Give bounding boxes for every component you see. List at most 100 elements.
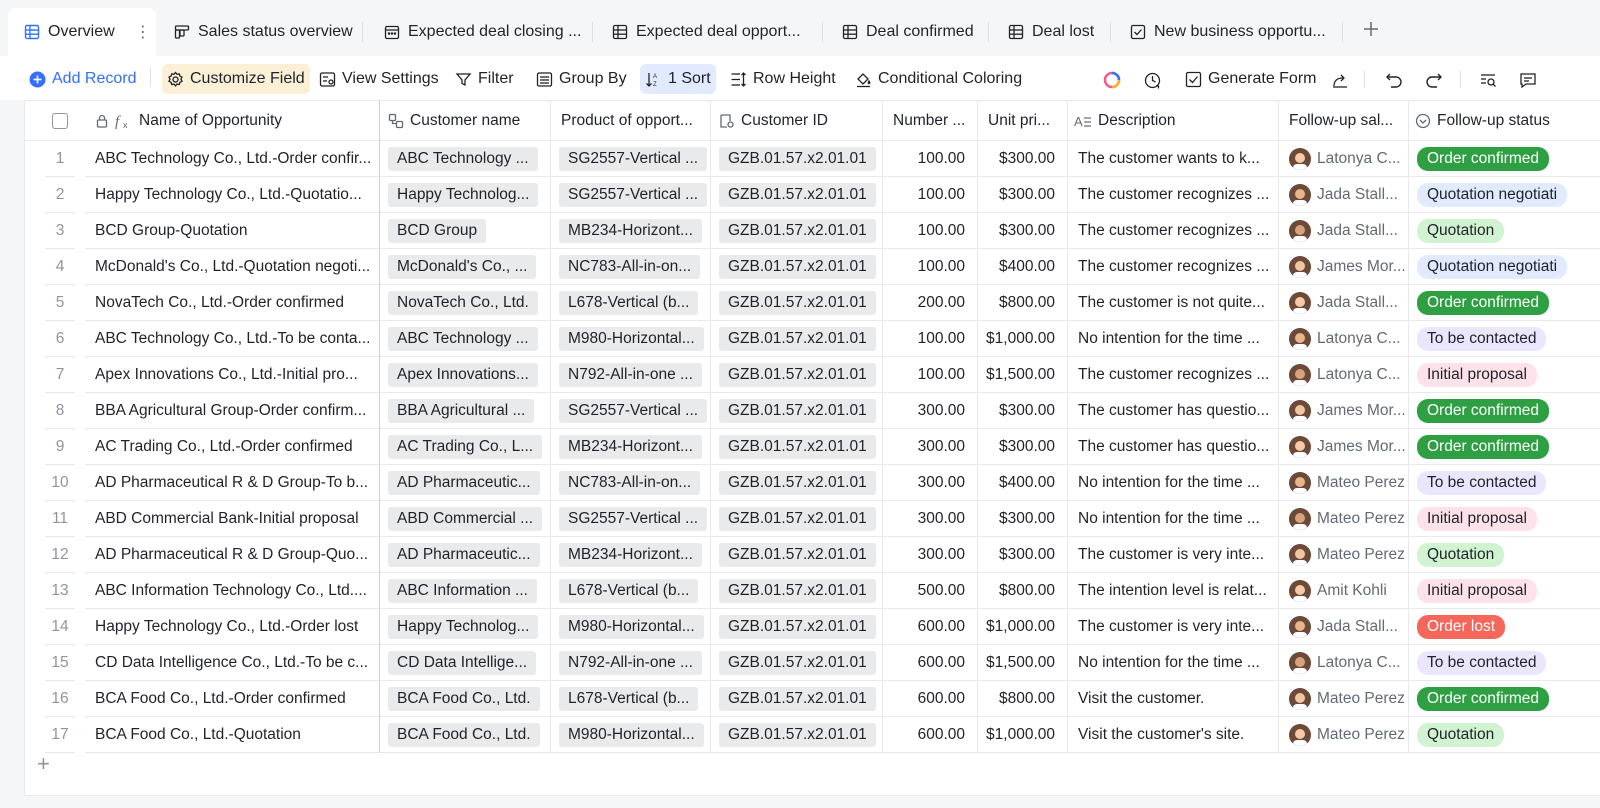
customer-name-cell[interactable]: CD Data Intellige... <box>380 645 551 681</box>
number-cell[interactable]: 600.00 <box>883 645 978 681</box>
product-cell[interactable]: M980-Horizontal... <box>551 717 711 753</box>
column-header-customer[interactable]: Customer name <box>380 101 551 141</box>
product-cell[interactable]: NC783-All-in-on... <box>551 465 711 501</box>
number-cell[interactable]: 300.00 <box>883 501 978 537</box>
followup-sales-cell[interactable]: James Mor... <box>1279 393 1409 429</box>
opportunity-name-cell[interactable]: ABC Technology Co., Ltd.-To be conta... <box>85 321 380 357</box>
number-cell[interactable]: 100.00 <box>883 177 978 213</box>
customer-name-cell[interactable]: BCA Food Co., Ltd. <box>380 717 551 753</box>
description-cell[interactable]: No intention for the time ... <box>1068 465 1279 501</box>
customer-id-cell[interactable]: GZB.01.57.x2.01.01 <box>711 285 883 321</box>
customer-name-cell[interactable]: Apex Innovations... <box>380 357 551 393</box>
number-cell[interactable]: 200.00 <box>883 285 978 321</box>
followup-sales-cell[interactable]: Mateo Perez <box>1279 681 1409 717</box>
description-cell[interactable]: No intention for the time ... <box>1068 501 1279 537</box>
customer-name-cell[interactable]: ABC Technology ... <box>380 141 551 177</box>
unit-price-cell[interactable]: $1,000.00 <box>978 321 1068 357</box>
followup-status-cell[interactable]: Quotation negotiati <box>1409 249 1600 285</box>
followup-sales-cell[interactable]: Latonya C... <box>1279 645 1409 681</box>
opportunity-name-cell[interactable]: AC Trading Co., Ltd.-Order confirmed <box>85 429 380 465</box>
column-header-customer-id[interactable]: Customer ID <box>711 101 883 141</box>
number-cell[interactable]: 100.00 <box>883 249 978 285</box>
opportunity-name-cell[interactable]: ABD Commercial Bank-Initial proposal <box>85 501 380 537</box>
add-view-icon[interactable] <box>1362 20 1380 43</box>
unit-price-cell[interactable]: $300.00 <box>978 429 1068 465</box>
column-header-product[interactable]: Product of opport... <box>551 101 711 141</box>
followup-status-cell[interactable]: Initial proposal <box>1409 573 1600 609</box>
customer-id-cell[interactable]: GZB.01.57.x2.01.01 <box>711 321 883 357</box>
number-cell[interactable]: 600.00 <box>883 681 978 717</box>
product-cell[interactable]: SG2557-Vertical ... <box>551 141 711 177</box>
group-by-button[interactable]: Group By <box>531 64 632 94</box>
number-cell[interactable]: 600.00 <box>883 609 978 645</box>
unit-price-cell[interactable]: $300.00 <box>978 393 1068 429</box>
unit-price-cell[interactable]: $1,000.00 <box>978 609 1068 645</box>
customer-id-cell[interactable]: GZB.01.57.x2.01.01 <box>711 573 883 609</box>
customer-name-cell[interactable]: McDonald's Co., ... <box>380 249 551 285</box>
unit-price-cell[interactable]: $300.00 <box>978 177 1068 213</box>
description-cell[interactable]: Visit the customer. <box>1068 681 1279 717</box>
followup-status-cell[interactable]: To be contacted <box>1409 645 1600 681</box>
tab-deal-confirmed[interactable]: Deal confirmed <box>842 8 974 56</box>
history-icon[interactable] <box>1140 68 1164 92</box>
customer-id-cell[interactable]: GZB.01.57.x2.01.01 <box>711 213 883 249</box>
followup-status-cell[interactable]: Order confirmed <box>1409 393 1600 429</box>
unit-price-cell[interactable]: $1,500.00 <box>978 645 1068 681</box>
number-cell[interactable]: 600.00 <box>883 717 978 753</box>
followup-sales-cell[interactable]: Jada Stall... <box>1279 609 1409 645</box>
opportunity-name-cell[interactable]: BCA Food Co., Ltd.-Order confirmed <box>85 681 380 717</box>
customer-name-cell[interactable]: NovaTech Co., Ltd. <box>380 285 551 321</box>
followup-sales-cell[interactable]: Jada Stall... <box>1279 177 1409 213</box>
table-row[interactable]: 12 AD Pharmaceutical R & D Group-Quo... AD… <box>25 537 1600 573</box>
table-row[interactable]: 11 ABD Commercial Bank-Initial proposal AB… <box>25 501 1600 537</box>
number-cell[interactable]: 100.00 <box>883 213 978 249</box>
unit-price-cell[interactable]: $800.00 <box>978 573 1068 609</box>
tab-new-business-opportunity[interactable]: New business opportu... <box>1130 8 1326 56</box>
customer-id-cell[interactable]: GZB.01.57.x2.01.01 <box>711 501 883 537</box>
number-cell[interactable]: 100.00 <box>883 141 978 177</box>
table-row[interactable]: 1 ABC Technology Co., Ltd.-Order confir..… <box>25 141 1600 177</box>
sort-button[interactable]: AZ 1 Sort <box>640 64 716 94</box>
product-cell[interactable]: MB234-Horizont... <box>551 213 711 249</box>
followup-sales-cell[interactable]: Amit Kohli <box>1279 573 1409 609</box>
followup-status-cell[interactable]: To be contacted <box>1409 321 1600 357</box>
column-header-description[interactable]: A Description <box>1068 101 1279 141</box>
conditional-coloring-button[interactable]: Conditional Coloring <box>850 64 1027 94</box>
customer-id-cell[interactable]: GZB.01.57.x2.01.01 <box>711 393 883 429</box>
undo-icon[interactable] <box>1382 68 1406 92</box>
customer-name-cell[interactable]: ABC Information ... <box>380 573 551 609</box>
customer-name-cell[interactable]: BBA Agricultural ... <box>380 393 551 429</box>
column-header-followup-status[interactable]: Follow-up status <box>1409 101 1600 141</box>
number-cell[interactable]: 100.00 <box>883 357 978 393</box>
table-row[interactable]: 7 Apex Innovations Co., Ltd.-Initial pro.… <box>25 357 1600 393</box>
redo-icon[interactable] <box>1422 68 1446 92</box>
opportunity-name-cell[interactable]: NovaTech Co., Ltd.-Order confirmed <box>85 285 380 321</box>
unit-price-cell[interactable]: $800.00 <box>978 681 1068 717</box>
customer-id-cell[interactable]: GZB.01.57.x2.01.01 <box>711 609 883 645</box>
more-options-icon[interactable]: ⋮ <box>135 22 151 42</box>
customer-name-cell[interactable]: AD Pharmaceutic... <box>380 537 551 573</box>
customer-name-cell[interactable]: BCA Food Co., Ltd. <box>380 681 551 717</box>
product-cell[interactable]: MB234-Horizont... <box>551 429 711 465</box>
select-all-checkbox[interactable] <box>52 112 68 129</box>
followup-sales-cell[interactable]: Latonya C... <box>1279 321 1409 357</box>
table-row[interactable]: 16 BCA Food Co., Ltd.-Order confirmed BCA … <box>25 681 1600 717</box>
followup-sales-cell[interactable]: Jada Stall... <box>1279 285 1409 321</box>
unit-price-cell[interactable]: $800.00 <box>978 285 1068 321</box>
unit-price-cell[interactable]: $400.00 <box>978 249 1068 285</box>
table-row[interactable]: 4 McDonald's Co., Ltd.-Quotation negoti..… <box>25 249 1600 285</box>
customer-name-cell[interactable]: AC Trading Co., L... <box>380 429 551 465</box>
tab-expected-deal-closing[interactable]: Expected deal closing ... <box>384 8 581 56</box>
description-cell[interactable]: The customer is very inte... <box>1068 537 1279 573</box>
opportunity-name-cell[interactable]: AD Pharmaceutical R & D Group-To b... <box>85 465 380 501</box>
add-record-button[interactable]: Add Record <box>24 64 142 94</box>
ai-assistant-icon[interactable] <box>1100 68 1124 92</box>
opportunity-name-cell[interactable]: McDonald's Co., Ltd.-Quotation negoti... <box>85 249 380 285</box>
description-cell[interactable]: The intention level is relat... <box>1068 573 1279 609</box>
description-cell[interactable]: No intention for the time ... <box>1068 645 1279 681</box>
followup-sales-cell[interactable]: Mateo Perez <box>1279 717 1409 753</box>
customer-name-cell[interactable]: ABC Technology ... <box>380 321 551 357</box>
followup-status-cell[interactable]: Quotation <box>1409 717 1600 753</box>
description-cell[interactable]: The customer wants to k... <box>1068 141 1279 177</box>
description-cell[interactable]: The customer recognizes ... <box>1068 357 1279 393</box>
